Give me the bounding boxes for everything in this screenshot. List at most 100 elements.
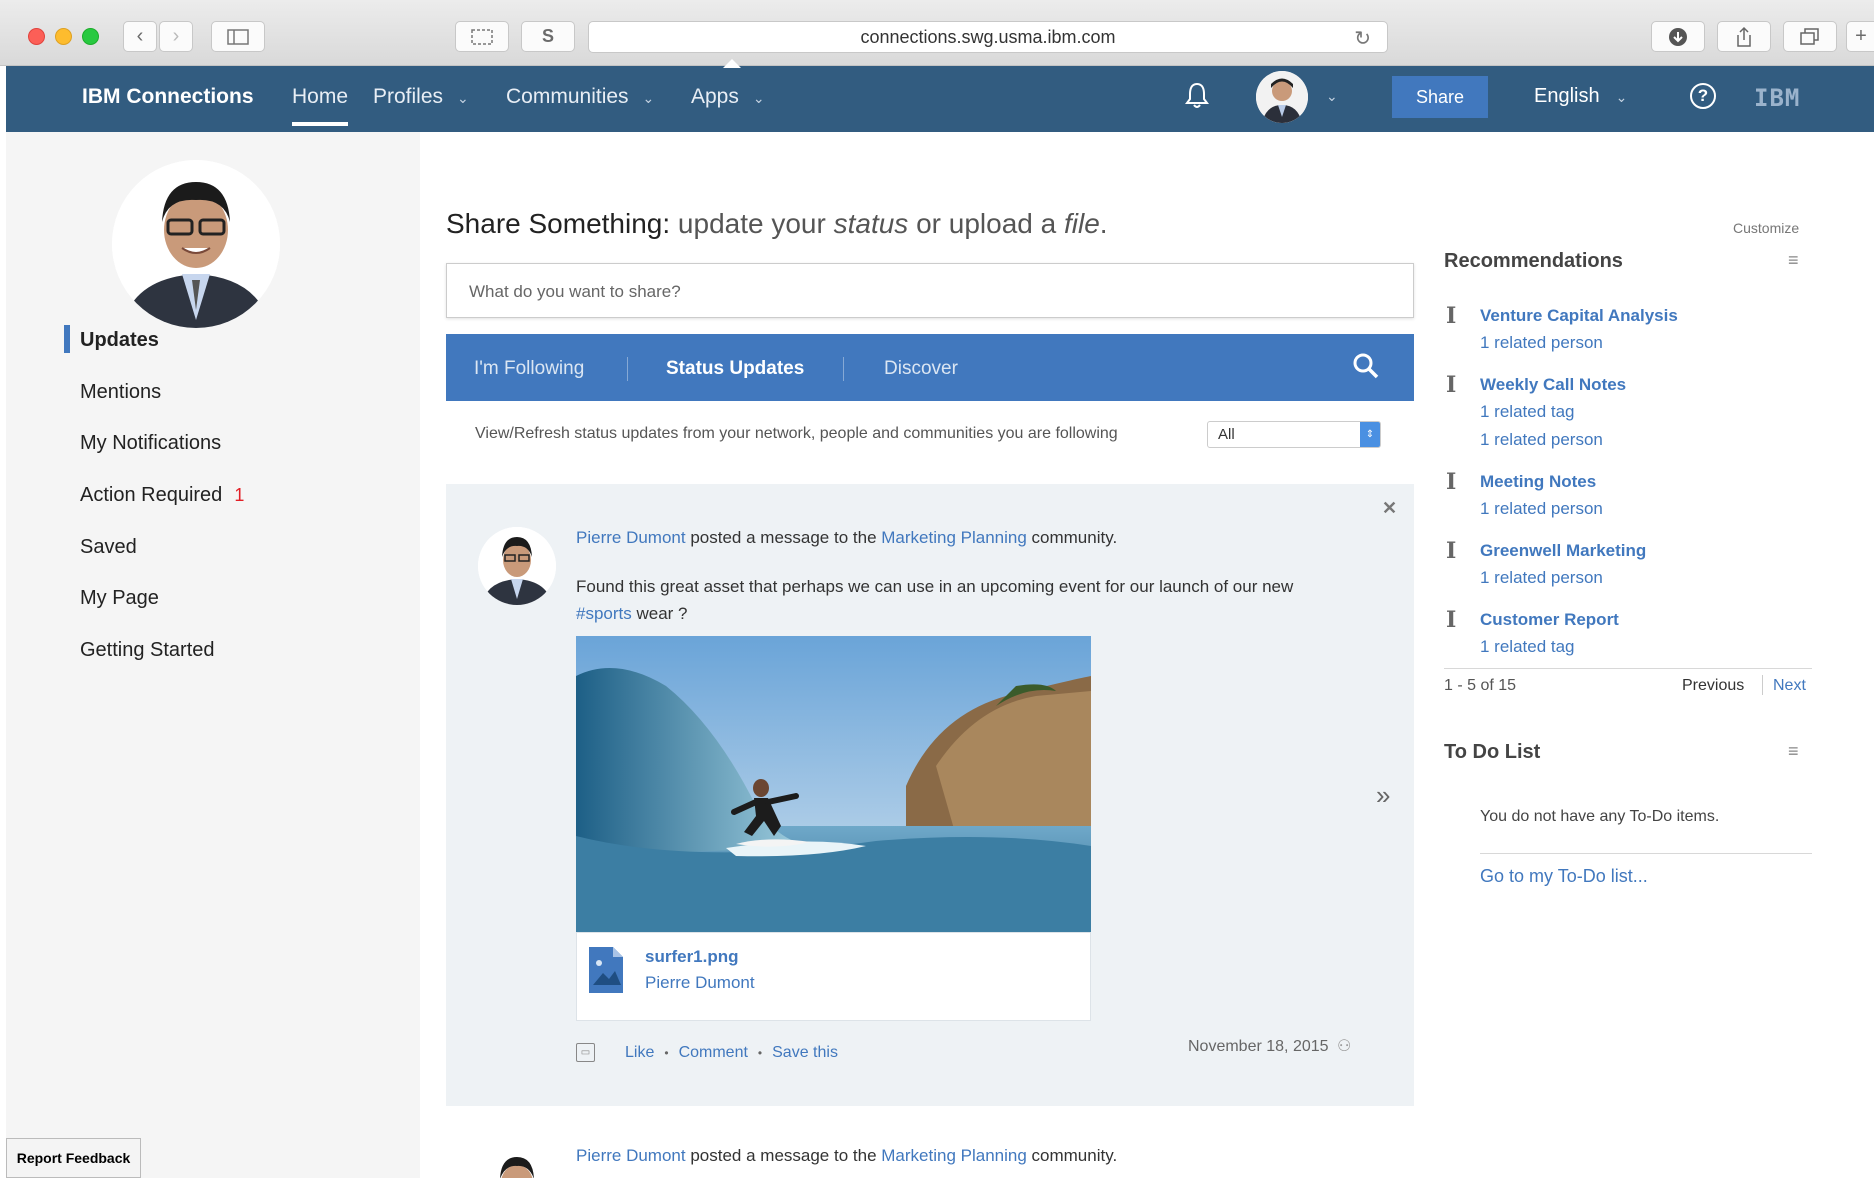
browser-window: ‹ › S connections.swg.usma.ibm.com ↻ + I…: [0, 0, 1874, 1178]
post-header: Pierre Dumont posted a message to the Ma…: [576, 1146, 1117, 1166]
recommendation-detail-link[interactable]: 1 related person: [1480, 430, 1603, 450]
recommendation-detail-link[interactable]: 1 related tag: [1480, 637, 1575, 657]
menu-icon[interactable]: ≡: [1788, 250, 1799, 271]
new-tab-icon[interactable]: +: [1846, 21, 1874, 52]
tab-discover[interactable]: Discover: [884, 358, 958, 380]
recommendation-detail-link[interactable]: 1 related person: [1480, 499, 1603, 519]
customize-link[interactable]: Customize: [1733, 220, 1799, 236]
share-sheet-icon[interactable]: [1717, 21, 1771, 52]
close-window-button[interactable]: [28, 28, 45, 45]
sidebar-item-updates[interactable]: Updates: [80, 329, 159, 352]
report-feedback-button[interactable]: Report Feedback: [6, 1138, 141, 1178]
tab-status-updates[interactable]: Status Updates: [666, 358, 804, 380]
help-icon[interactable]: ?: [1690, 83, 1716, 109]
hashtag-link[interactable]: #sports: [576, 604, 632, 623]
attachment-card[interactable]: surfer1.png Pierre Dumont: [576, 932, 1091, 1021]
preview-icon[interactable]: ▭: [576, 1043, 595, 1062]
community-link[interactable]: Marketing Planning: [881, 1146, 1027, 1165]
profile-photo[interactable]: [112, 160, 280, 328]
select-arrows-icon: ⇕: [1360, 422, 1380, 447]
image-file-icon: [587, 945, 625, 995]
post-action-text: community.: [1031, 528, 1118, 547]
sidebar-toggle-icon[interactable]: [211, 21, 265, 52]
close-icon[interactable]: ✕: [1382, 498, 1397, 519]
chevron-down-icon: ⌄: [457, 90, 469, 106]
bell-icon[interactable]: [1184, 81, 1210, 116]
save-link[interactable]: Save this: [772, 1044, 838, 1062]
recommendation-title-link[interactable]: Greenwell Marketing: [1480, 541, 1646, 561]
share-heading: Share Something: update your status or u…: [446, 208, 1108, 240]
download-icon[interactable]: [1651, 21, 1705, 52]
recommendation-title-link[interactable]: Meeting Notes: [1480, 472, 1596, 492]
todo-list-link[interactable]: Go to my To-Do list...: [1480, 866, 1648, 887]
author-link[interactable]: Pierre Dumont: [576, 1146, 686, 1165]
file-name-link[interactable]: surfer1.png: [645, 947, 739, 967]
sidebar-item-saved[interactable]: Saved: [80, 536, 137, 559]
people-icon: ⚇: [1336, 1038, 1352, 1055]
share-button[interactable]: Share: [1392, 76, 1488, 118]
file-author-link[interactable]: Pierre Dumont: [645, 973, 755, 993]
search-icon[interactable]: [1352, 352, 1380, 387]
recommendation-icon: I: [1446, 538, 1457, 564]
previous-link[interactable]: Previous: [1682, 677, 1744, 695]
todo-title: To Do List: [1444, 741, 1541, 763]
nav-apps[interactable]: Apps ⌄: [691, 85, 765, 109]
nav-communities[interactable]: Communities ⌄: [506, 85, 654, 109]
author-avatar[interactable]: [478, 1143, 556, 1178]
file-link[interactable]: file: [1064, 208, 1100, 239]
user-avatar[interactable]: [1256, 71, 1308, 123]
back-icon[interactable]: ‹: [123, 21, 157, 52]
url-text: connections.swg.usma.ibm.com: [860, 26, 1116, 47]
tab-following[interactable]: I'm Following: [474, 358, 584, 380]
chevron-down-icon[interactable]: ⌄: [1326, 88, 1338, 105]
tab-divider: [627, 357, 628, 381]
post-text: wear ?: [636, 604, 688, 623]
recommendation-detail-link[interactable]: 1 related tag: [1480, 402, 1575, 422]
recommendation-title-link[interactable]: Venture Capital Analysis: [1480, 306, 1678, 326]
double-chevron-right-icon[interactable]: »: [1376, 780, 1390, 811]
extension-icon[interactable]: S: [521, 21, 575, 52]
recommendation-title-link[interactable]: Customer Report: [1480, 610, 1619, 630]
share-end: .: [1099, 208, 1108, 239]
sidebar-item-getting-started[interactable]: Getting Started: [80, 639, 215, 662]
sidebar-item-label: Action Required: [80, 484, 223, 506]
share-prefix: Share Something:: [446, 208, 671, 239]
author-link[interactable]: Pierre Dumont: [576, 528, 686, 547]
post-action-text: posted a message to the: [690, 1146, 877, 1165]
sidebar-item-action-required[interactable]: Action Required 1: [80, 484, 244, 507]
filter-select[interactable]: All ⇕: [1207, 421, 1381, 448]
tabs-overview-icon[interactable]: [1783, 21, 1837, 52]
screenshot-icon[interactable]: [455, 21, 509, 52]
address-bar[interactable]: connections.swg.usma.ibm.com ↻: [588, 21, 1388, 53]
reload-icon[interactable]: ↻: [1354, 26, 1371, 51]
chevron-down-icon: ⌄: [752, 90, 765, 106]
share-mid: update your: [677, 208, 826, 239]
status-link[interactable]: status: [834, 208, 909, 239]
recommendation-detail-link[interactable]: 1 related person: [1480, 568, 1603, 588]
nav-profiles[interactable]: Profiles ⌄: [373, 85, 469, 109]
comment-link[interactable]: Comment: [679, 1044, 748, 1062]
sidebar-item-notifications[interactable]: My Notifications: [80, 432, 221, 455]
share-input[interactable]: What do you want to share?: [446, 263, 1414, 318]
recommendation-detail-link[interactable]: 1 related person: [1480, 333, 1603, 353]
divider: [1444, 668, 1812, 669]
pager-divider: [1762, 675, 1763, 695]
sidebar-item-mentions[interactable]: Mentions: [80, 381, 161, 404]
sidebar-item-my-page[interactable]: My Page: [80, 587, 159, 610]
nav-home[interactable]: Home: [292, 85, 349, 126]
author-avatar[interactable]: [478, 527, 556, 605]
community-link[interactable]: Marketing Planning: [881, 528, 1027, 547]
minimize-window-button[interactable]: [55, 28, 72, 45]
menu-icon[interactable]: ≡: [1788, 741, 1799, 762]
brand-title[interactable]: IBM Connections: [82, 85, 254, 109]
app-header: IBM Connections Home Profiles ⌄ Communiti…: [6, 66, 1874, 132]
forward-icon[interactable]: ›: [159, 21, 193, 52]
todo-empty-message: You do not have any To-Do items.: [1480, 808, 1720, 825]
surfer-photo[interactable]: [576, 636, 1091, 932]
next-link[interactable]: Next: [1773, 677, 1806, 695]
like-link[interactable]: Like: [625, 1044, 654, 1062]
language-selector[interactable]: English ⌄: [1534, 85, 1627, 108]
zoom-window-button[interactable]: [82, 28, 99, 45]
post-action-text: community.: [1031, 1146, 1118, 1165]
recommendation-title-link[interactable]: Weekly Call Notes: [1480, 375, 1626, 395]
